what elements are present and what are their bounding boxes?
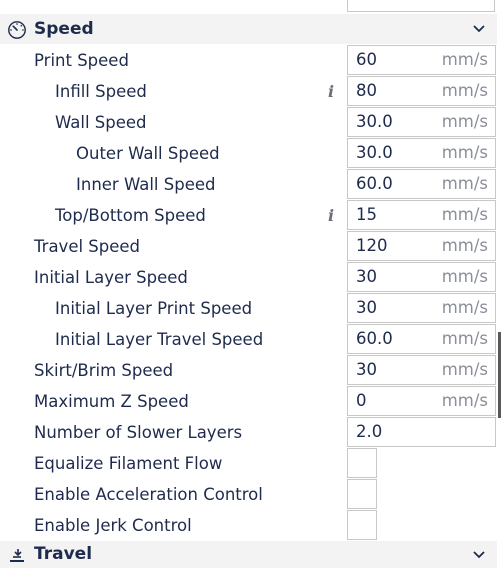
setting-row: Initial Layer Speed 30 mm/s [0, 262, 502, 293]
field-value: 30 [356, 267, 377, 286]
field-unit: mm/s [441, 174, 488, 193]
setting-row: Number of Slower Layers 2.0 [0, 417, 502, 448]
svg-text:i: i [328, 82, 334, 100]
setting-label: Enable Jerk Control [34, 516, 192, 535]
setting-value-field[interactable]: 60 mm/s [347, 45, 496, 75]
info-icon[interactable]: i [325, 82, 339, 100]
chevron-down-icon[interactable] [472, 549, 486, 561]
setting-label: Initial Layer Speed [34, 268, 188, 287]
field-unit: mm/s [441, 112, 488, 131]
setting-checkbox[interactable] [347, 479, 377, 509]
setting-row: Print Speed 60 mm/s [0, 45, 502, 76]
setting-value-field[interactable]: 30.0 mm/s [347, 138, 496, 168]
field-unit: mm/s [441, 360, 488, 379]
travel-icon [10, 549, 24, 562]
field-unit: mm/s [441, 50, 488, 69]
setting-checkbox[interactable] [347, 448, 377, 478]
setting-label: Top/Bottom Speed [55, 206, 206, 225]
setting-label: Equalize Filament Flow [34, 454, 223, 473]
setting-value-field[interactable]: 80 mm/s [347, 76, 496, 106]
field-unit: mm/s [441, 143, 488, 162]
setting-label: Infill Speed [55, 82, 147, 101]
setting-row: Initial Layer Print Speed 30 mm/s [0, 293, 502, 324]
setting-value-field[interactable]: 30 mm/s [347, 355, 496, 385]
scrollbar[interactable] [498, 332, 501, 418]
setting-value-field[interactable]: 2.0 [347, 417, 496, 447]
setting-row: Maximum Z Speed 0 mm/s [0, 386, 502, 417]
setting-value-field[interactable]: 30.0 mm/s [347, 107, 496, 137]
field-unit: mm/s [441, 205, 488, 224]
setting-label: Travel Speed [34, 237, 141, 256]
field-value: 30 [356, 298, 377, 317]
field-unit: mm/s [441, 391, 488, 410]
field-value: 60.0 [356, 174, 393, 193]
setting-value-field[interactable]: 30 mm/s [347, 293, 496, 323]
chevron-down-icon[interactable] [472, 23, 486, 35]
setting-value-field[interactable]: 30 mm/s [347, 262, 496, 292]
field-value: 60.0 [356, 329, 393, 348]
speed-section-header[interactable]: Speed [0, 14, 497, 44]
setting-value-field[interactable]: 15 mm/s [347, 200, 496, 230]
field-unit: mm/s [441, 329, 488, 348]
setting-row: Skirt/Brim Speed 30 mm/s [0, 355, 502, 386]
setting-label: Initial Layer Print Speed [55, 299, 253, 318]
setting-label: Number of Slower Layers [34, 423, 243, 442]
speed-section-title: Speed [34, 19, 94, 39]
field-unit: mm/s [441, 236, 488, 255]
field-value: 30.0 [356, 112, 393, 131]
field-value: 80 [356, 81, 377, 100]
setting-row: Enable Jerk Control [0, 510, 502, 541]
previous-setting-field[interactable] [347, 0, 495, 12]
field-value: 2.0 [356, 422, 383, 441]
field-value: 30.0 [356, 143, 393, 162]
travel-section-header[interactable]: Travel [0, 541, 497, 568]
setting-row: Inner Wall Speed 60.0 mm/s [0, 169, 502, 200]
setting-value-field[interactable]: 60.0 mm/s [347, 324, 496, 354]
field-unit: mm/s [441, 81, 488, 100]
field-value: 30 [356, 360, 377, 379]
setting-value-field[interactable]: 0 mm/s [347, 386, 496, 416]
setting-label: Inner Wall Speed [76, 175, 216, 194]
field-value: 120 [356, 236, 388, 255]
field-value: 60 [356, 50, 377, 69]
setting-label: Initial Layer Travel Speed [55, 330, 264, 349]
setting-label: Maximum Z Speed [34, 392, 189, 411]
field-unit: mm/s [441, 298, 488, 317]
field-value: 15 [356, 205, 377, 224]
setting-row: Top/Bottom Speed i 15 mm/s [0, 200, 502, 231]
speedometer-icon [8, 21, 26, 39]
setting-row: Outer Wall Speed 30.0 mm/s [0, 138, 502, 169]
info-icon[interactable]: i [325, 206, 339, 224]
setting-label: Enable Acceleration Control [34, 485, 263, 504]
setting-row: Equalize Filament Flow [0, 448, 502, 479]
setting-row: Enable Acceleration Control [0, 479, 502, 510]
setting-label: Wall Speed [55, 113, 147, 132]
setting-row: Initial Layer Travel Speed 60.0 mm/s [0, 324, 502, 355]
setting-row: Wall Speed 30.0 mm/s [0, 107, 502, 138]
setting-label: Skirt/Brim Speed [34, 361, 174, 380]
svg-text:i: i [328, 206, 334, 224]
field-value: 0 [356, 391, 367, 410]
setting-row: Infill Speed i 80 mm/s [0, 76, 502, 107]
setting-value-field[interactable]: 120 mm/s [347, 231, 496, 261]
field-unit: mm/s [441, 267, 488, 286]
setting-value-field[interactable]: 60.0 mm/s [347, 169, 496, 199]
setting-checkbox[interactable] [347, 510, 377, 540]
travel-section-title: Travel [34, 544, 93, 564]
setting-row: Travel Speed 120 mm/s [0, 231, 502, 262]
setting-label: Print Speed [34, 51, 129, 70]
setting-label: Outer Wall Speed [76, 144, 220, 163]
